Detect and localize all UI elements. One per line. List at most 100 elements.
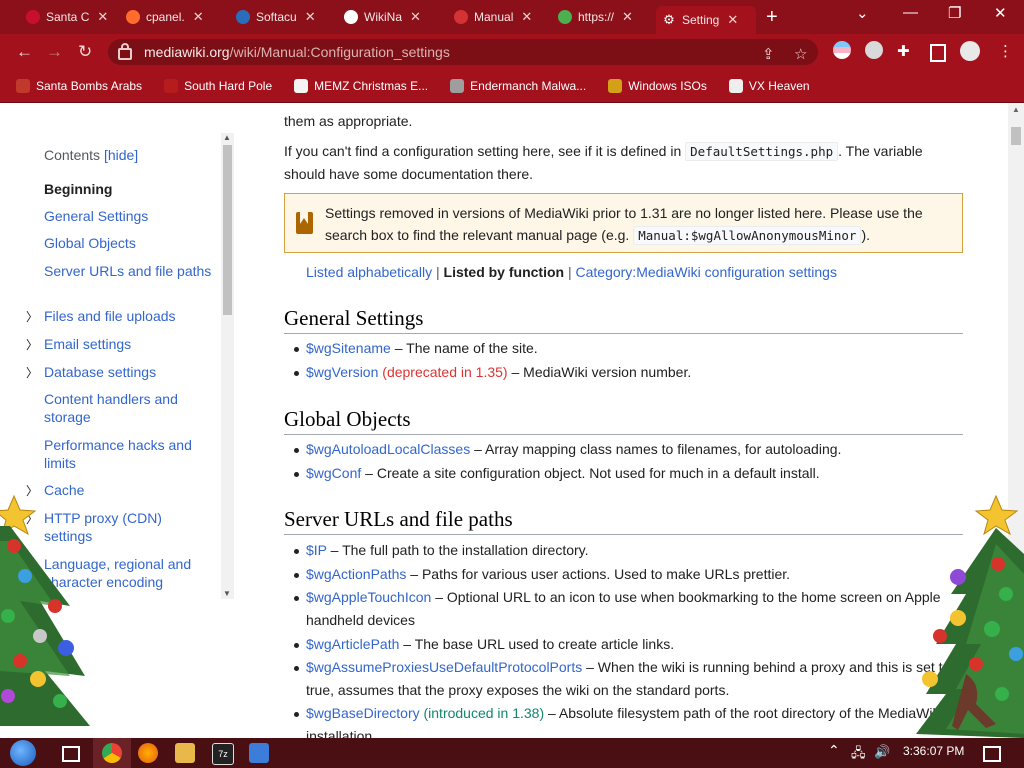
new-tab-plus-icon[interactable]: + — [766, 6, 778, 29]
chevron-right-icon[interactable]: 〉 — [26, 336, 38, 353]
network-app-icon[interactable] — [249, 743, 269, 763]
listed-by-function-link[interactable]: Listed by function — [444, 264, 565, 280]
list-item: $wgAppleTouchIcon – Optional URL to an i… — [294, 586, 956, 632]
network-icon[interactable]: 🖧 — [851, 744, 866, 766]
close-window-icon[interactable]: ✕ — [994, 4, 1007, 22]
reload-icon[interactable]: ↻ — [78, 42, 92, 62]
setting-link[interactable]: $wgActionPaths — [306, 566, 406, 582]
tab-https[interactable]: https:// ✕ — [552, 4, 652, 30]
toc-item-database[interactable]: Database settings — [44, 363, 214, 381]
address-bar[interactable]: mediawiki.org/wiki/Manual:Configuration_… — [108, 39, 818, 65]
tab-softaculous[interactable]: Softacu ✕ — [230, 4, 330, 30]
setting-link[interactable]: $wgBaseDirectory — [306, 705, 420, 721]
tab-close-icon[interactable]: ✕ — [727, 12, 738, 28]
bookmark-item[interactable]: Windows ISOs — [608, 79, 707, 93]
notice-box: Settings removed in versions of MediaWik… — [284, 193, 963, 253]
list-item: $wgVersion (deprecated in 1.35) – MediaW… — [294, 361, 956, 384]
tab-cpanel[interactable]: cpanel. ✕ — [120, 4, 225, 30]
menu-kebab-icon[interactable]: ⋮ — [998, 42, 1013, 60]
heading-server-urls: Server URLs and file paths — [284, 504, 963, 535]
deprecated-tag[interactable]: (deprecated in 1.35) — [378, 364, 507, 380]
chevron-right-icon[interactable]: 〉 — [26, 308, 38, 325]
toc-item-global-objects[interactable]: Global Objects — [44, 234, 214, 252]
extension-flag-icon[interactable] — [833, 41, 851, 59]
volume-icon[interactable]: 🔊 — [874, 744, 890, 760]
profile-avatar-icon[interactable] — [960, 41, 980, 61]
tab-settings-active[interactable]: ⚙ Setting ✕ — [656, 6, 756, 34]
tab-close-icon[interactable]: ✕ — [305, 9, 316, 25]
toc-item-content-handlers[interactable]: Content handlers and storage — [44, 390, 214, 426]
toc-scroll-thumb[interactable] — [223, 145, 232, 315]
toc-item-email[interactable]: Email settings — [44, 335, 214, 353]
christmas-tree-decoration-right — [906, 494, 1024, 738]
bookmark-favicon-icon — [164, 79, 179, 93]
tab-manual[interactable]: Manual ✕ — [448, 4, 548, 30]
tab-close-icon[interactable]: ✕ — [622, 9, 633, 25]
introduced-tag[interactable]: (introduced in 1.38) — [420, 705, 544, 721]
lock-icon[interactable] — [118, 43, 132, 60]
side-panel-icon[interactable] — [930, 44, 946, 62]
scroll-down-icon[interactable]: ▼ — [223, 589, 231, 598]
toc-scrollbar[interactable]: ▲ ▼ — [221, 133, 234, 599]
setting-link[interactable]: $wgArticlePath — [306, 636, 399, 652]
setting-link[interactable]: $wgAssumeProxiesUseDefaultProtocolPorts — [306, 659, 582, 675]
list-item: $wgAutoloadLocalClasses – Array mapping … — [294, 438, 956, 461]
windows-taskbar: 7z ⌃ 🖧 🔊 3:36:07 PM — [0, 738, 1024, 768]
toc-item-performance[interactable]: Performance hacks and limits — [44, 436, 214, 472]
listed-alphabetically-link[interactable]: Listed alphabetically — [306, 264, 432, 280]
bookmark-star-icon[interactable]: ☆ — [794, 45, 807, 63]
bookmark-item[interactable]: VX Heaven — [728, 79, 810, 93]
bookmark-favicon-icon — [728, 79, 743, 93]
tab-label: cpanel. — [146, 10, 185, 24]
tab-close-icon[interactable]: ✕ — [97, 9, 108, 25]
minimize-icon[interactable]: — — [903, 4, 918, 21]
setting-link[interactable]: $wgAutoloadLocalClasses — [306, 441, 470, 457]
toc-item-files[interactable]: Files and file uploads — [44, 307, 214, 325]
tab-favicon-icon — [558, 10, 572, 24]
bookmark-item[interactable]: MEMZ Christmas E... — [294, 79, 428, 93]
tab-wikina[interactable]: WikiNa ✕ — [338, 4, 438, 30]
bookmark-item[interactable]: Santa Bombs Arabs — [16, 79, 142, 93]
extensions-puzzle-icon[interactable]: ✚ — [897, 42, 910, 60]
toc-item-beginning[interactable]: Beginning — [44, 180, 214, 198]
notification-icon[interactable] — [983, 746, 1001, 762]
toc-hide-link[interactable]: [hide] — [104, 147, 138, 163]
scroll-up-icon[interactable]: ▲ — [1012, 105, 1020, 114]
tab-santa[interactable]: Santa C ✕ — [20, 4, 115, 30]
extension-s-icon[interactable] — [865, 41, 883, 59]
tab-close-icon[interactable]: ✕ — [193, 9, 204, 25]
maximize-icon[interactable]: ❐ — [948, 4, 961, 22]
start-button[interactable] — [10, 740, 36, 766]
task-view-icon[interactable] — [62, 746, 80, 762]
scroll-up-icon[interactable]: ▲ — [223, 133, 231, 142]
heading-global-objects: Global Objects — [284, 404, 963, 435]
notice-code: Manual:$wgAllowAnonymousMinor — [633, 226, 862, 245]
page-scroll-thumb[interactable] — [1011, 127, 1021, 145]
setting-link[interactable]: $IP — [306, 542, 327, 558]
setting-link[interactable]: $wgSitename — [306, 340, 391, 356]
share-icon[interactable]: ⇪ — [762, 45, 775, 63]
chevron-up-icon[interactable]: ⌃ — [828, 742, 840, 759]
list-item: $wgBaseDirectory (introduced in 1.38) – … — [294, 702, 956, 738]
bookmark-item[interactable]: Endermanch Malwa... — [450, 79, 586, 93]
bookmark-item[interactable]: South Hard Pole — [164, 79, 272, 93]
tab-close-icon[interactable]: ✕ — [410, 9, 421, 25]
toc-header: Contents [hide] — [44, 147, 138, 163]
bookmark-favicon-icon — [16, 79, 30, 93]
file-explorer-icon[interactable] — [175, 743, 195, 763]
chrome-icon[interactable] — [102, 743, 122, 763]
tab-search-chevron-down-icon[interactable]: ⌄ — [856, 4, 869, 22]
7zip-icon[interactable]: 7z — [212, 743, 234, 765]
tab-close-icon[interactable]: ✕ — [521, 9, 532, 25]
setting-link[interactable]: $wgConf — [306, 465, 361, 481]
back-arrow-icon[interactable]: ← — [16, 42, 33, 62]
clock[interactable]: 3:36:07 PM — [903, 744, 964, 758]
toc-item-general-settings[interactable]: General Settings — [44, 207, 214, 225]
setting-link[interactable]: $wgVersion — [306, 364, 378, 380]
setting-link[interactable]: $wgAppleTouchIcon — [306, 589, 431, 605]
forward-arrow-icon[interactable]: → — [46, 42, 63, 62]
category-link[interactable]: Category:MediaWiki configuration setting… — [576, 264, 837, 280]
chevron-right-icon[interactable]: 〉 — [26, 364, 38, 381]
firefox-icon[interactable] — [138, 743, 158, 763]
toc-item-server-urls[interactable]: Server URLs and file paths — [44, 262, 214, 280]
